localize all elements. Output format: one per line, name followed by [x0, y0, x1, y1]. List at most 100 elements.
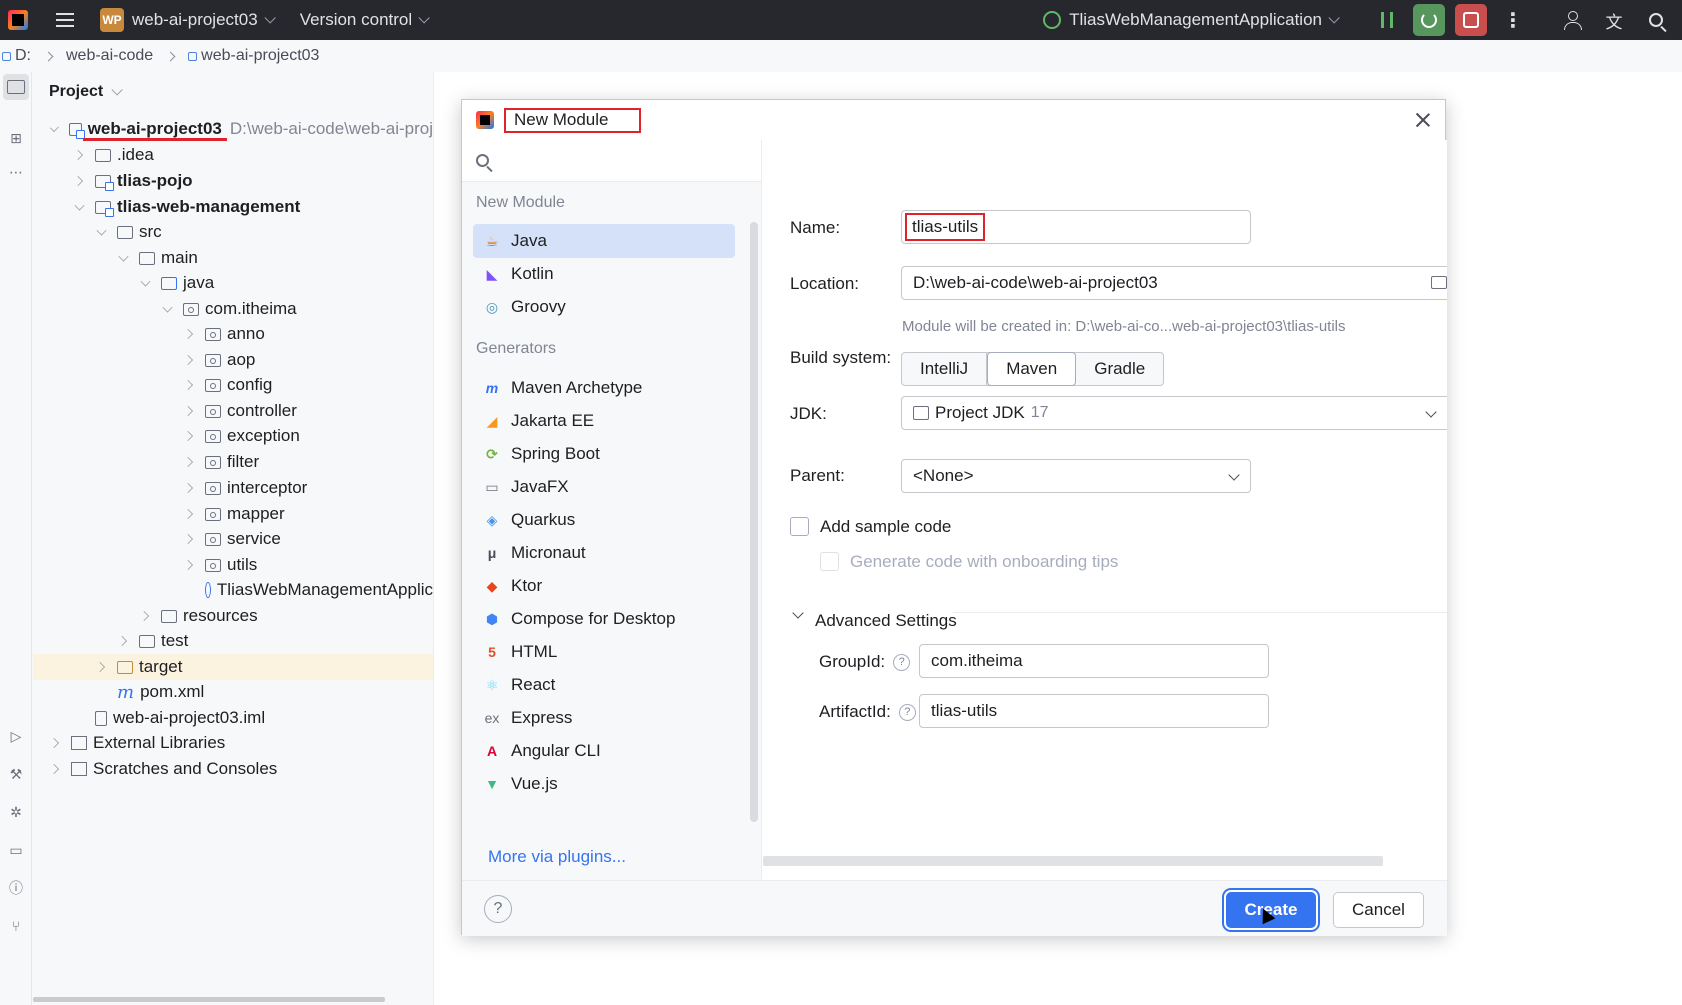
- tree-row-tlias-web-management[interactable]: tlias-web-management: [33, 194, 433, 220]
- generator-javafx[interactable]: ▭ JavaFX: [473, 470, 735, 504]
- problems-icon[interactable]: ⓘ: [6, 878, 26, 898]
- generator-micronaut[interactable]: μ Micronaut: [473, 536, 735, 570]
- code-with-me-icon[interactable]: [1556, 4, 1588, 36]
- generator-angular-cli[interactable]: A Angular CLI: [473, 734, 735, 768]
- add-sample-code-checkbox[interactable]: [790, 517, 809, 536]
- main-menu-icon[interactable]: [48, 0, 82, 40]
- project-badge[interactable]: WP: [100, 8, 124, 32]
- more-tools-icon[interactable]: ⋯: [6, 162, 26, 182]
- module-icon: [188, 51, 198, 61]
- git-icon[interactable]: ⑂: [6, 916, 26, 936]
- tree-row-utils[interactable]: utils: [33, 552, 433, 578]
- project-horizontal-scrollbar[interactable]: [33, 997, 385, 1002]
- more-via-plugins-link[interactable]: More via plugins...: [488, 847, 626, 867]
- intellij-logo-icon[interactable]: [0, 0, 36, 40]
- tree-row-exception[interactable]: exception: [33, 423, 433, 449]
- tree-row-pom[interactable]: m pom.xml: [33, 679, 433, 705]
- generator-html[interactable]: 5 HTML: [473, 635, 735, 669]
- tree-row-src[interactable]: src: [33, 219, 433, 245]
- generator-list-scrollbar[interactable]: [750, 222, 758, 822]
- generator-groovy[interactable]: ◎ Groovy: [473, 290, 735, 324]
- advanced-settings-toggle[interactable]: Advanced Settings: [815, 611, 957, 631]
- tree-row-idea[interactable]: .idea: [33, 142, 433, 168]
- tree-row-external-libraries[interactable]: External Libraries: [33, 730, 433, 756]
- run-configuration-selector[interactable]: TliasWebManagementApplication: [1043, 10, 1340, 30]
- location-field[interactable]: D:\web-ai-code\web-ai-project03: [901, 266, 1447, 300]
- tree-row-test[interactable]: test: [33, 628, 433, 654]
- help-icon[interactable]: ?: [893, 653, 911, 671]
- generator-spring-boot[interactable]: ⟳ Spring Boot: [473, 437, 735, 471]
- tree-row-com-itheima[interactable]: com.itheima: [33, 296, 433, 322]
- tree-row-target[interactable]: target: [33, 654, 433, 680]
- generator-jakarta-ee[interactable]: ◢ Jakarta EE: [473, 404, 735, 438]
- project-switcher[interactable]: web-ai-project03: [132, 10, 258, 30]
- stop-button[interactable]: [1455, 4, 1487, 36]
- spring-boot-class-icon: [205, 582, 211, 598]
- build-option-gradle[interactable]: Gradle: [1076, 353, 1163, 385]
- breadcrumb-drive[interactable]: D:: [15, 47, 31, 65]
- project-tool-icon[interactable]: [3, 74, 29, 100]
- cancel-button[interactable]: Cancel: [1333, 892, 1424, 928]
- debug-icon[interactable]: ✲: [6, 802, 26, 822]
- chevron-down-icon[interactable]: [418, 12, 430, 24]
- reload-icon: [1421, 12, 1437, 28]
- tree-row-main[interactable]: main: [33, 245, 433, 271]
- generator-java[interactable]: ☕ Java: [473, 224, 735, 258]
- name-field[interactable]: tlias-utils: [901, 210, 1251, 244]
- build-option-intellij[interactable]: IntelliJ: [902, 353, 988, 385]
- tree-row-config[interactable]: config: [33, 372, 433, 398]
- tree-row-anno[interactable]: anno: [33, 321, 433, 347]
- jdk-dropdown[interactable]: Project JDK 17: [901, 396, 1447, 430]
- artifactid-field[interactable]: tlias-utils: [919, 694, 1269, 728]
- chevron-down-icon[interactable]: [264, 12, 276, 24]
- tree-row-java[interactable]: java: [33, 270, 433, 296]
- translate-icon[interactable]: 文: [1598, 4, 1630, 36]
- breadcrumb: D: web-ai-code web-ai-project03: [0, 40, 1682, 72]
- generator-express[interactable]: ex Express: [473, 701, 735, 735]
- more-actions-icon[interactable]: ⋮: [1497, 4, 1529, 36]
- groupid-field[interactable]: com.itheima: [919, 644, 1269, 678]
- tree-row-scratches[interactable]: Scratches and Consoles: [33, 756, 433, 782]
- structure-icon[interactable]: ⊞: [6, 128, 26, 148]
- tree-row-service[interactable]: service: [33, 526, 433, 552]
- tree-row-iml[interactable]: web-ai-project03.iml: [33, 705, 433, 731]
- tree-row-mapper[interactable]: mapper: [33, 501, 433, 527]
- tree-row-tlias-pojo[interactable]: tlias-pojo: [33, 168, 433, 194]
- breadcrumb-folder[interactable]: web-ai-code: [66, 47, 153, 65]
- search-icon[interactable]: [1640, 4, 1672, 36]
- generator-maven-archetype[interactable]: m Maven Archetype: [473, 371, 735, 405]
- tree-row-aop[interactable]: aop: [33, 347, 433, 373]
- parent-dropdown[interactable]: <None>: [901, 459, 1251, 493]
- breadcrumb-project[interactable]: web-ai-project03: [201, 47, 319, 65]
- browse-folder-icon[interactable]: [1431, 276, 1447, 289]
- expand-icon[interactable]: [50, 123, 59, 132]
- help-button[interactable]: ?: [484, 895, 512, 923]
- build-icon[interactable]: ⚒: [6, 764, 26, 784]
- package-icon: [205, 429, 221, 443]
- generator-compose-desktop[interactable]: ⬢ Compose for Desktop: [473, 602, 735, 636]
- pause-icon[interactable]: [1371, 4, 1403, 36]
- project-panel-header[interactable]: Project: [33, 72, 433, 112]
- help-icon[interactable]: ?: [898, 703, 916, 721]
- add-sample-code-label[interactable]: Add sample code: [820, 517, 951, 537]
- settings-horizontal-scrollbar[interactable]: [763, 856, 1383, 866]
- terminal-icon[interactable]: ▭: [6, 840, 26, 860]
- tree-row-interceptor[interactable]: interceptor: [33, 475, 433, 501]
- services-icon[interactable]: ▷: [6, 726, 26, 746]
- onboarding-tips-checkbox[interactable]: [820, 552, 839, 571]
- generator-quarkus[interactable]: ◈ Quarkus: [473, 503, 735, 537]
- tree-row-application[interactable]: TliasWebManagementApplic: [33, 577, 433, 603]
- chevron-down-icon[interactable]: [792, 607, 804, 619]
- generator-react[interactable]: ⚛ React: [473, 668, 735, 702]
- generator-vuejs[interactable]: ▼ Vue.js: [473, 767, 735, 801]
- version-control-menu[interactable]: Version control: [300, 10, 412, 30]
- tree-row-resources[interactable]: resources: [33, 603, 433, 629]
- close-icon[interactable]: [1413, 110, 1433, 130]
- generator-search-input[interactable]: [462, 140, 761, 182]
- generator-kotlin[interactable]: ◣ Kotlin: [473, 257, 735, 291]
- build-option-maven[interactable]: Maven: [987, 352, 1077, 386]
- rerun-button[interactable]: [1413, 4, 1445, 36]
- tree-row-filter[interactable]: filter: [33, 449, 433, 475]
- tree-row-controller[interactable]: controller: [33, 398, 433, 424]
- generator-ktor[interactable]: ◆ Ktor: [473, 569, 735, 603]
